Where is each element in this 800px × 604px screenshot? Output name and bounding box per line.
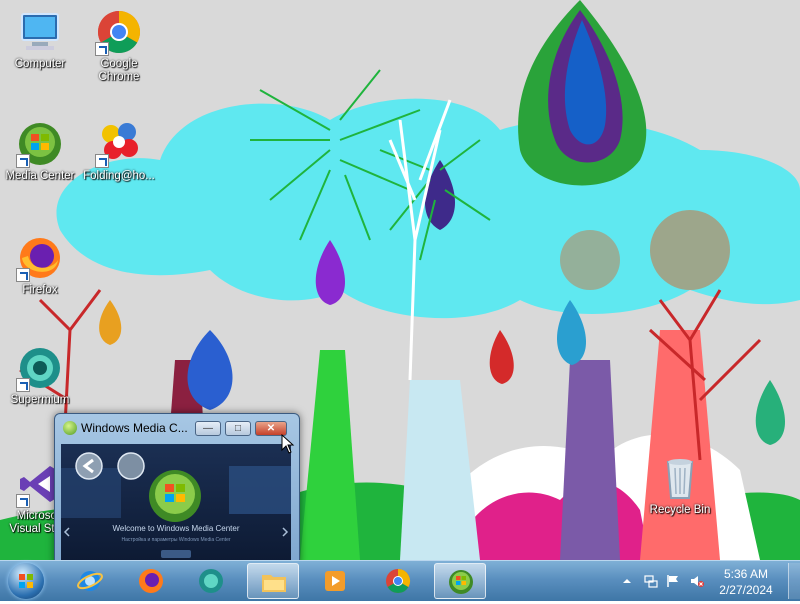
windows-media-center-icon [447, 568, 475, 596]
media-center-preview-art [61, 452, 291, 558]
shortcut-arrow-icon [16, 268, 30, 282]
mouse-cursor-icon [281, 434, 295, 454]
supermium-icon [16, 344, 64, 392]
media-center-content: Welcome to Windows Media Center Настройк… [61, 444, 291, 562]
desktop-icon-folding-at-home[interactable]: Folding@ho... [80, 120, 158, 183]
firefox-icon [137, 567, 165, 595]
taskbar-app-windows-explorer[interactable] [247, 563, 299, 599]
shortcut-arrow-icon [95, 154, 109, 168]
maximize-button[interactable]: □ [225, 421, 251, 436]
action-center-flag-icon[interactable] [666, 574, 680, 588]
taskbar-app-google-chrome[interactable] [372, 563, 424, 599]
taskbar-app-windows-media-player[interactable] [309, 563, 361, 599]
start-button[interactable] [4, 562, 48, 600]
welcome-text: Welcome to Windows Media Center [112, 524, 240, 533]
shortcut-arrow-icon [16, 378, 30, 392]
folder-icon [260, 568, 288, 596]
windows-media-center-icon [63, 421, 77, 435]
volume-muted-icon[interactable] [690, 574, 704, 588]
desktop-icon-label: Recycle Bin [649, 504, 711, 516]
media-player-icon [321, 567, 349, 595]
taskbar-app-internet-explorer[interactable] [64, 563, 116, 599]
show-hidden-icons-arrow-icon[interactable] [620, 574, 634, 588]
desktop-icon-computer[interactable]: Computer [1, 8, 79, 71]
firefox-icon [16, 234, 64, 282]
welcome-subtext: Настройка и параметры Windows Media Cent… [121, 537, 231, 543]
windows-logo-icon [8, 563, 44, 599]
recycle-bin-icon [656, 454, 704, 502]
taskbar-app-windows-media-center[interactable] [434, 563, 486, 599]
chrome-icon [384, 567, 412, 595]
clock-time[interactable]: 5:36 AM [710, 567, 782, 581]
desktop-icon-chrome[interactable]: Google Chrome [80, 8, 158, 84]
system-tray: 5:36 AM 2/27/2024 [616, 563, 800, 599]
clock-date[interactable]: 2/27/2024 [710, 583, 782, 597]
desktop-icon-recycle-bin[interactable]: Recycle Bin [641, 454, 719, 517]
media-center-window-preview[interactable]: Windows Media C... — □ ✕ Welcome to Wind… [54, 413, 300, 565]
shortcut-arrow-icon [95, 42, 109, 56]
show-desktop-button[interactable] [788, 563, 800, 599]
windows-media-center-icon [16, 120, 64, 168]
computer-icon [16, 8, 64, 56]
network-icon[interactable] [644, 574, 658, 588]
chrome-icon [95, 8, 143, 56]
folding-at-home-icon [95, 120, 143, 168]
desktop-icon-supermium[interactable]: Supermium [1, 344, 79, 407]
supermium-icon [197, 567, 225, 595]
desktop-icon-label: Media Center [5, 170, 75, 182]
desktop-icon-label: Computer [14, 58, 66, 70]
taskbar-app-supermium[interactable] [185, 563, 237, 599]
internet-explorer-icon [76, 567, 104, 595]
taskbar: 5:36 AM 2/27/2024 [0, 560, 800, 601]
desktop-icon-label: Supermium [10, 394, 70, 406]
desktop-icon-label: Folding@ho... [83, 170, 155, 182]
desktop-icon-media-center[interactable]: Media Center [1, 120, 79, 183]
window-title: Windows Media C... [81, 421, 188, 435]
taskbar-app-firefox[interactable] [125, 563, 177, 599]
shortcut-arrow-icon [16, 154, 30, 168]
desktop-icon-label: Google Chrome [98, 58, 140, 83]
desktop-icon-label: Firefox [22, 284, 58, 296]
desktop-icon-firefox[interactable]: Firefox [1, 234, 79, 297]
minimize-button[interactable]: — [195, 421, 221, 436]
shortcut-arrow-icon [16, 494, 30, 508]
